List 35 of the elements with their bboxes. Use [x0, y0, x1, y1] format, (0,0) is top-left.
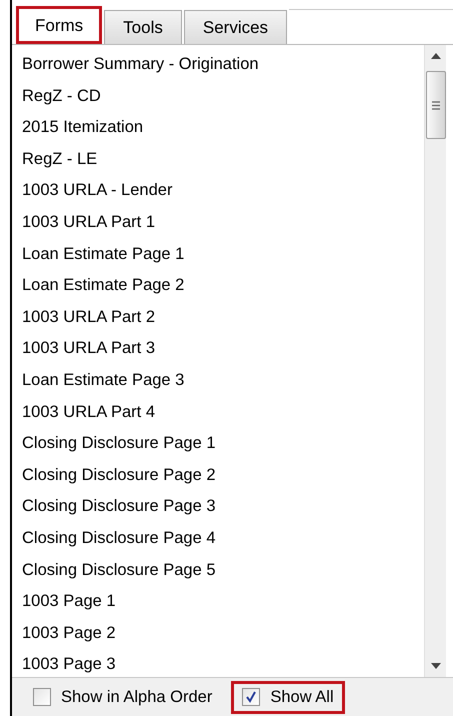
form-list-item[interactable]: Closing Disclosure Page 3: [22, 491, 424, 523]
checkbox[interactable]: [33, 688, 51, 706]
option-label: Show in Alpha Order: [61, 688, 212, 706]
tab[interactable]: Services: [184, 10, 288, 44]
form-list-item[interactable]: Loan Estimate Page 2: [22, 270, 424, 302]
form-list-item[interactable]: RegZ - LE: [22, 144, 424, 176]
form-list-item[interactable]: 1003 Page 1: [22, 586, 424, 618]
down-arrow-icon[interactable]: [430, 663, 440, 669]
scroll-thumb[interactable]: [426, 71, 446, 139]
grip-icon: [432, 100, 440, 110]
form-list-item[interactable]: 1003 URLA Part 2: [22, 302, 424, 334]
form-list-item[interactable]: Closing Disclosure Page 4: [22, 522, 424, 554]
form-list-item[interactable]: Closing Disclosure Page 2: [22, 460, 424, 492]
option-label: Show All: [270, 688, 334, 706]
check-icon: [245, 691, 258, 703]
tab[interactable]: Forms: [16, 6, 102, 44]
form-list-item[interactable]: 2015 Itemization: [22, 112, 424, 144]
up-arrow-icon[interactable]: [430, 53, 440, 59]
form-list-item[interactable]: 1003 URLA - Lender: [22, 175, 424, 207]
form-list-item[interactable]: 1003 URLA Part 3: [22, 333, 424, 365]
form-list-item[interactable]: Closing Disclosure Page 1: [22, 428, 424, 460]
tab[interactable]: Tools: [104, 10, 182, 44]
form-list-item[interactable]: Loan Estimate Page 3: [22, 364, 424, 397]
form-list-item[interactable]: 1003 Page 2: [22, 618, 424, 650]
form-list-item[interactable]: Loan Estimate Page 1: [22, 238, 424, 270]
checkbox-option[interactable]: Show All: [231, 680, 345, 714]
form-list-item[interactable]: 1003 URLA Part 1: [22, 206, 424, 239]
form-list-item[interactable]: Borrower Summary - Origination: [22, 49, 424, 81]
form-list-item[interactable]: 1003 URLA Part 4: [22, 396, 424, 428]
form-list-item[interactable]: RegZ - CD: [22, 80, 424, 112]
checkbox-option[interactable]: Show in Alpha Order: [22, 680, 224, 714]
form-list-item[interactable]: 1003 Page 3: [22, 649, 424, 681]
checkbox[interactable]: [242, 688, 260, 706]
form-list-item[interactable]: Closing Disclosure Page 5: [22, 554, 424, 586]
scrollbar[interactable]: [424, 45, 446, 677]
